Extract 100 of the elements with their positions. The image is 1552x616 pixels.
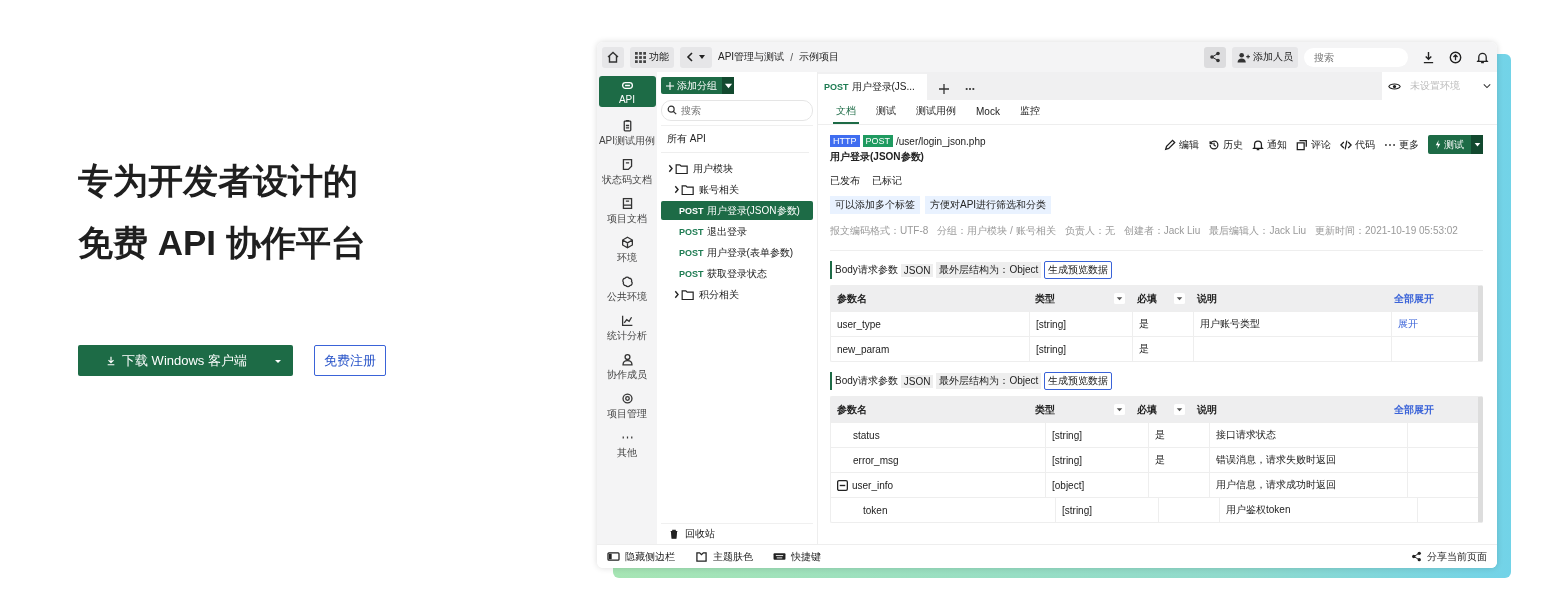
param-description: 错误消息，请求失败时返回 [1216, 453, 1336, 467]
sub-tab[interactable]: Mock [973, 100, 1003, 124]
download-icon[interactable] [1422, 50, 1435, 64]
filter-icon[interactable] [1114, 404, 1125, 415]
plus-icon [938, 84, 949, 94]
tree-search-field[interactable]: 搜索 [661, 100, 813, 121]
nav-item[interactable]: 项目管理 [598, 388, 656, 425]
param-name: error_msg [853, 454, 899, 466]
filter-icon[interactable] [1174, 293, 1185, 304]
nav-item[interactable]: 状态码文档 [598, 154, 656, 191]
person-icon [620, 353, 634, 366]
column-header: 类型 [1035, 291, 1055, 306]
required-value: 是 [1139, 317, 1149, 331]
toolbar-action[interactable]: 历史 [1208, 137, 1243, 152]
nav-item[interactable]: API [598, 76, 656, 107]
plus-icon [666, 81, 674, 90]
toolbar-action[interactable]: 编辑 [1164, 137, 1199, 152]
nav-item[interactable]: 协作成员 [598, 349, 656, 386]
share-button[interactable] [1204, 46, 1226, 68]
history-icon [1208, 138, 1220, 151]
share-page-action[interactable]: 分享当前页面 [1411, 549, 1487, 564]
toolbar-action[interactable]: 代码 [1340, 137, 1375, 152]
share-icon [1209, 51, 1221, 63]
request-item[interactable]: POST 用户登录(JSON参数) [661, 201, 813, 220]
nav-item[interactable]: 公共环境 [598, 271, 656, 308]
hero-title: 专为开发者设计的 [78, 160, 359, 202]
breadcrumb-item[interactable]: API管理与测试 [718, 50, 785, 64]
folder-item[interactable]: 账号相关 [661, 180, 813, 199]
generate-preview-button[interactable]: 生成预览数据 [1044, 261, 1113, 279]
download-button[interactable]: 下载 Windows 客户端 [78, 345, 293, 376]
sub-tab[interactable]: 测试用例 [913, 100, 959, 124]
status-label: 已标记 [872, 174, 902, 188]
sub-tab[interactable]: 测试 [873, 100, 899, 124]
upload-circle-icon[interactable] [1449, 50, 1462, 64]
download-icon [106, 355, 116, 366]
expand-all-link[interactable]: 全部展开 [1394, 291, 1434, 306]
nav-item[interactable]: 统计分析 [598, 310, 656, 347]
required-value: 是 [1155, 428, 1165, 442]
cube-icon [620, 236, 634, 249]
column-header: 必填 [1137, 402, 1157, 417]
add-member-button[interactable]: 添加人员 [1232, 46, 1298, 68]
book-icon [620, 197, 634, 210]
test-button[interactable]: 测试 [1428, 135, 1483, 154]
trash-icon [669, 529, 679, 539]
generate-preview-button[interactable]: 生成预览数据 [1044, 372, 1113, 390]
caret-icon [1473, 141, 1481, 148]
request-item[interactable]: POST 退出登录 [661, 222, 813, 241]
protocol-badge: HTTP [830, 135, 860, 147]
folder-item[interactable]: 积分相关 [661, 285, 813, 304]
folder-item[interactable]: 用户模块 [661, 159, 813, 178]
param-type: [object] [1052, 479, 1085, 491]
all-apis-filter[interactable]: 所有 API [661, 126, 809, 153]
back-caret-icon [685, 51, 707, 63]
footer-action[interactable]: 主题肤色 [695, 549, 753, 564]
meta-text: 更新时间：2021-10-19 05:53:02 [1315, 224, 1458, 238]
filter-icon[interactable] [1174, 404, 1185, 415]
nav-item[interactable]: 环境 [598, 232, 656, 269]
search-field[interactable]: 搜索 [1304, 47, 1408, 67]
param-name: user_info [852, 479, 894, 491]
request-item[interactable]: POST 用户登录(表单参数) [661, 243, 813, 262]
sub-tab[interactable]: 监控 [1016, 100, 1043, 124]
meta-text: 负责人：无 [1064, 224, 1115, 238]
code-icon [1340, 138, 1352, 151]
footer-action[interactable]: 快捷键 [773, 549, 821, 564]
footer-action[interactable]: 隐藏侧边栏 [607, 549, 675, 564]
required-value: 是 [1155, 453, 1165, 467]
share-icon [1411, 551, 1422, 562]
api-tab[interactable]: POST 用户登录(JS... [818, 74, 927, 100]
feature-button[interactable]: 功能 [630, 46, 674, 68]
breadcrumb-item[interactable]: 示例项目 [798, 50, 839, 64]
status-label: 已发布 [830, 174, 860, 188]
home-button[interactable] [602, 46, 624, 68]
sub-tab[interactable]: 文档 [833, 100, 859, 124]
nav-item[interactable]: API测试用例 [598, 115, 656, 152]
collapse-icon[interactable] [837, 479, 848, 491]
back-button[interactable] [680, 46, 712, 68]
meta-text: 分组：用户模块 / 账号相关 [937, 224, 1056, 238]
expand-link[interactable]: 展开 [1398, 317, 1418, 331]
expand-all-link[interactable]: 全部展开 [1394, 402, 1434, 417]
structure-chip: 最外层结构为：Object [936, 373, 1042, 389]
register-button[interactable]: 免费注册 [314, 345, 386, 376]
toolbar-action[interactable]: 通知 [1252, 137, 1287, 152]
edit-icon [1164, 138, 1176, 151]
param-type: [string] [1036, 318, 1066, 330]
home-icon [606, 50, 620, 64]
nav-item[interactable]: 其他 [598, 427, 656, 464]
toolbar-action[interactable]: 更多 [1384, 137, 1419, 152]
filter-icon[interactable] [1114, 293, 1125, 304]
eye-icon [1388, 81, 1401, 91]
bell-icon[interactable] [1476, 50, 1489, 64]
toolbar-action[interactable]: 评论 [1296, 137, 1331, 152]
api-title: 用户登录(JSON参数) [830, 150, 925, 164]
add-group-button[interactable]: 添加分组 [661, 77, 734, 94]
format-chip: JSON [900, 263, 934, 277]
structure-chip: 最外层结构为：Object [936, 262, 1042, 278]
nav-item[interactable]: 项目文档 [598, 193, 656, 230]
breadcrumb-separator: / [790, 51, 793, 63]
request-item[interactable]: POST 获取登录状态 [661, 264, 813, 283]
doc-icon [620, 158, 634, 171]
param-description: 用户信息，请求成功时返回 [1216, 478, 1336, 492]
